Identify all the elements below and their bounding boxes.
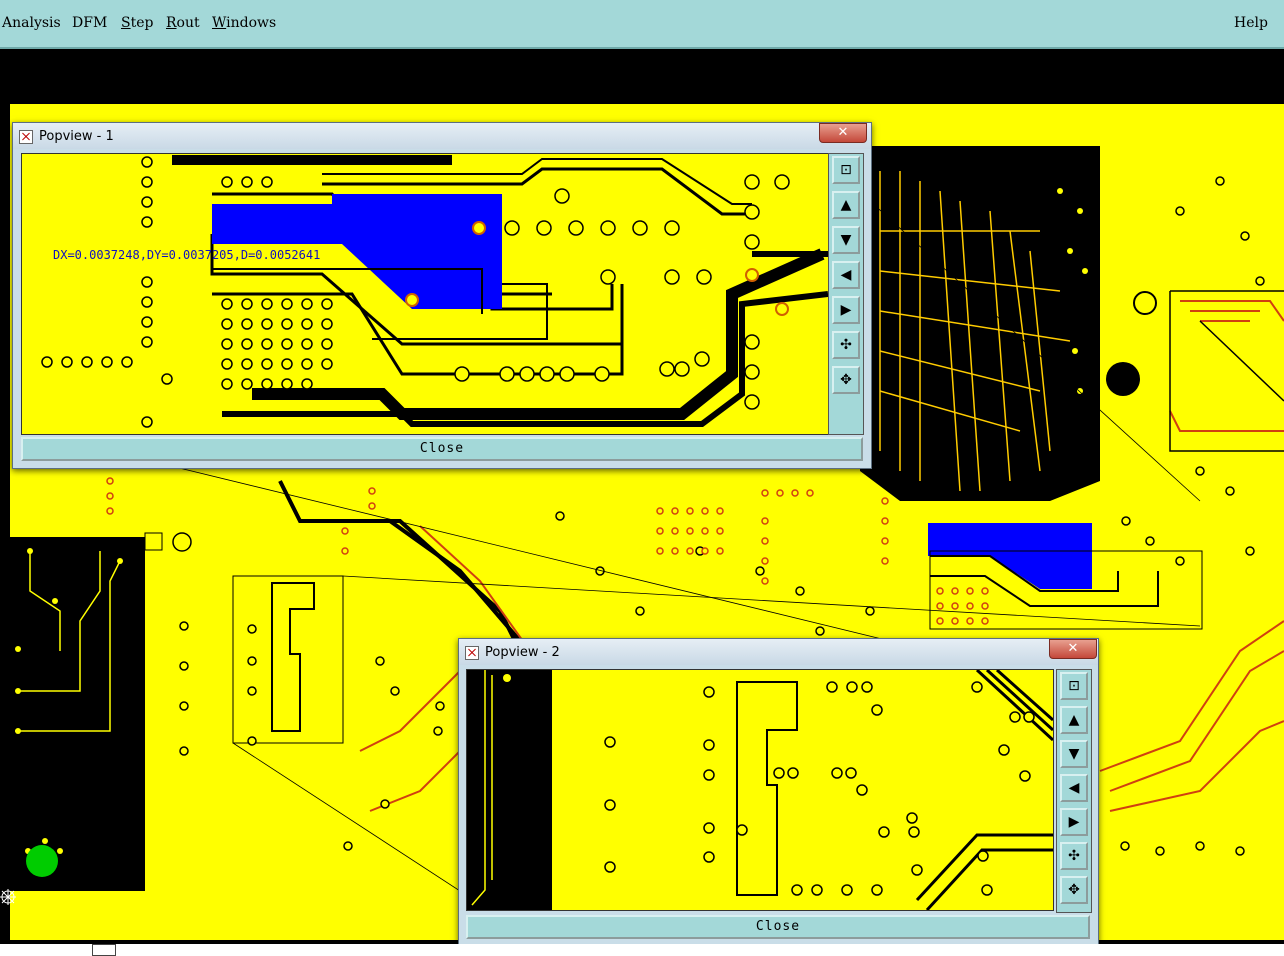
mounting-hole [1106,362,1140,396]
zoom-in-icon[interactable]: ✣ [1060,842,1088,870]
popview-1-window[interactable]: Popview - 1 ✕ DX=0.0037248,DY=0.0037205,… [12,122,872,469]
popview-2-close-button[interactable]: Close [466,915,1090,939]
zoom-out-icon[interactable]: ✥ [1060,876,1088,904]
zoom-fit-icon[interactable]: ⊡ [1060,672,1088,700]
popview-2-window[interactable]: Popview - 2 ✕ ⊡ ▲ ▼ ◀ ▶ ✣ ✥ Close [458,638,1099,947]
zoom-in-icon[interactable]: ✣ [832,331,860,359]
popview-1-view[interactable]: DX=0.0037248,DY=0.0037205,D=0.0052641 [21,153,829,435]
menu-step[interactable]: Step [121,15,153,31]
menu-dfm[interactable]: DFM [72,15,107,31]
pan-up-icon[interactable]: ▲ [1060,706,1088,734]
pan-left-icon[interactable]: ◀ [1060,774,1088,802]
fiducial-marker [26,845,58,877]
popview-1-close-button[interactable]: Close [21,437,863,461]
popview-2-view[interactable] [466,669,1054,911]
popview-2-title: Popview - 2 [485,645,560,660]
menu-help[interactable]: Help [1234,15,1268,31]
pan-up-icon[interactable]: ▲ [832,191,860,219]
popview-2-titlebar[interactable]: Popview - 2 ✕ [459,639,1098,665]
app-icon [465,646,479,660]
status-bar [0,944,1284,956]
menu-rout[interactable]: Rout [166,15,200,31]
popview-1-titlebar[interactable]: Popview - 1 ✕ [13,123,871,149]
popview-1-board-graphic [22,154,828,434]
zoom-fit-icon[interactable]: ⊡ [832,156,860,184]
pan-down-icon[interactable]: ▼ [1060,740,1088,768]
popview-2-board-graphic [467,670,1053,910]
status-toggle[interactable] [92,944,116,956]
menu-analysis[interactable]: Analysis [2,15,61,31]
pan-down-icon[interactable]: ▼ [832,226,860,254]
pan-left-icon[interactable]: ◀ [832,261,860,289]
pan-right-icon[interactable]: ▶ [832,296,860,324]
popview-1-title: Popview - 1 [39,129,114,144]
menu-bar: Analysis DFM Step Rout Windows Help [0,0,1284,49]
pan-right-icon[interactable]: ▶ [1060,808,1088,836]
popview-2-toolbar: ⊡ ▲ ▼ ◀ ▶ ✣ ✥ [1056,669,1092,913]
popview-1-toolbar: ⊡ ▲ ▼ ◀ ▶ ✣ ✥ [828,153,864,435]
close-icon[interactable]: ✕ [1049,639,1097,659]
close-icon[interactable]: ✕ [819,123,867,143]
origin-marker [0,889,16,905]
app-icon [19,130,33,144]
zoom-out-icon[interactable]: ✥ [832,366,860,394]
bga-region [860,146,1100,501]
menu-windows[interactable]: Windows [212,15,276,31]
measurement-readout: DX=0.0037248,DY=0.0037205,D=0.0052641 [53,248,321,262]
